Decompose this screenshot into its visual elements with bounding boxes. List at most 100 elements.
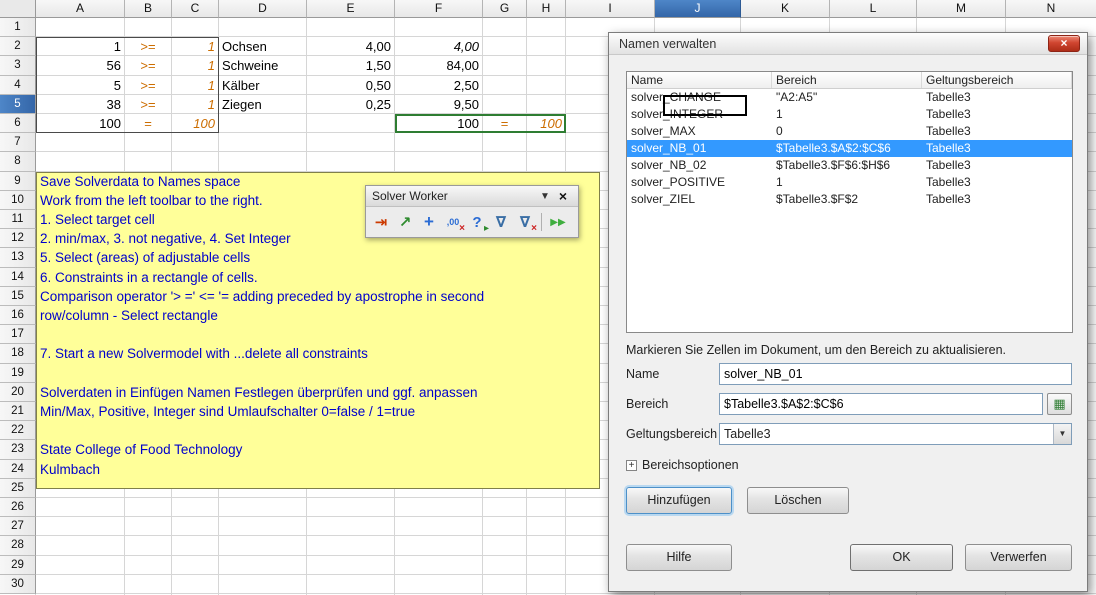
add-button[interactable]: Hinzufügen [626,487,732,514]
column-header-D[interactable]: D [219,0,307,18]
cell-E3[interactable]: 1,50 [307,56,395,75]
dialog-titlebar[interactable]: Namen verwalten [609,33,1087,55]
row-header-14[interactable]: 14 [0,268,36,287]
column-header-J[interactable]: J [655,0,741,18]
row-header-8[interactable]: 8 [0,152,36,171]
cell-C3[interactable]: 1 [172,56,219,75]
row-header-7[interactable]: 7 [0,133,36,152]
solver-constraints-funnel-icon[interactable]: ∇ [490,211,512,233]
row-header-22[interactable]: 22 [0,421,36,440]
solver-run-icon[interactable]: ▶▶ [547,211,569,233]
row-header-11[interactable]: 11 [0,210,36,229]
column-header-L[interactable]: L [830,0,917,18]
row-header-3[interactable]: 3 [0,56,36,75]
solver-minmax-icon[interactable]: ↗ [394,211,416,233]
cell-A2[interactable]: 1 [36,37,125,56]
toolbar-menu-icon[interactable]: ▼ [536,191,554,202]
column-header-C[interactable]: C [172,0,219,18]
cell-E2[interactable]: 4,00 [307,37,395,56]
row-header-20[interactable]: 20 [0,383,36,402]
row-header-24[interactable]: 24 [0,460,36,479]
column-header-E[interactable]: E [307,0,395,18]
cell-C4[interactable]: 1 [172,76,219,95]
cell-F4[interactable]: 2,50 [395,76,483,95]
column-header-G[interactable]: G [483,0,527,18]
row-header-6[interactable]: 6 [0,114,36,133]
row-header-10[interactable]: 10 [0,191,36,210]
cell-B4[interactable]: >= [125,76,172,95]
help-button[interactable]: Hilfe [626,544,732,571]
cell-E4[interactable]: 0,50 [307,76,395,95]
row-header-30[interactable]: 30 [0,575,36,594]
cell-D3[interactable]: Schweine [219,56,307,75]
row-header-5[interactable]: 5 [0,95,36,114]
row-header-13[interactable]: 13 [0,248,36,267]
name-list-row-solver_NB_01[interactable]: solver_NB_01$Tabelle3.$A$2:$C$6Tabelle3 [627,140,1072,157]
solver-integer-icon[interactable]: ,00× [442,211,464,233]
cell-A5[interactable]: 38 [36,95,125,114]
name-list-row-solver_ZIEL[interactable]: solver_ZIEL$Tabelle3.$F$2Tabelle3 [627,191,1072,208]
column-header-B[interactable]: B [125,0,172,18]
cell-F2[interactable]: 4,00 [395,37,483,56]
row-header-25[interactable]: 25 [0,479,36,498]
list-header-name[interactable]: Name [627,72,772,88]
row-header-17[interactable]: 17 [0,325,36,344]
cell-B5[interactable]: >= [125,95,172,114]
row-header-21[interactable]: 21 [0,402,36,421]
select-all-corner[interactable] [0,0,36,18]
column-header-M[interactable]: M [917,0,1006,18]
row-header-26[interactable]: 26 [0,498,36,517]
toolbar-close-icon[interactable]: × [554,188,572,204]
range-options-expander[interactable]: + Bereichsoptionen [626,457,739,473]
row-header-19[interactable]: 19 [0,364,36,383]
row-header-4[interactable]: 4 [0,76,36,95]
row-header-9[interactable]: 9 [0,172,36,191]
cell-F5[interactable]: 9,50 [395,95,483,114]
row-header-23[interactable]: 23 [0,440,36,459]
range-input[interactable] [719,393,1043,415]
name-input[interactable] [719,363,1072,385]
cell-C6[interactable]: 100 [172,114,219,133]
column-header-N[interactable]: N [1006,0,1096,18]
name-list-row-solver_NB_02[interactable]: solver_NB_02$Tabelle3.$F$6:$H$6Tabelle3 [627,157,1072,174]
ok-button[interactable]: OK [850,544,953,571]
dialog-close-icon[interactable]: × [1048,35,1080,52]
solver-help-icon[interactable]: ?▸ [466,211,488,233]
chevron-down-icon[interactable]: ▼ [1053,424,1071,444]
cancel-button[interactable]: Verwerfen [965,544,1072,571]
cell-E5[interactable]: 0,25 [307,95,395,114]
row-header-12[interactable]: 12 [0,229,36,248]
name-list-row-solver_MAX[interactable]: solver_MAX0Tabelle3 [627,123,1072,140]
cell-B2[interactable]: >= [125,37,172,56]
cell-B3[interactable]: >= [125,56,172,75]
cell-D5[interactable]: Ziegen [219,95,307,114]
cell-A3[interactable]: 56 [36,56,125,75]
row-header-16[interactable]: 16 [0,306,36,325]
cell-H6[interactable]: 100 [527,114,566,133]
row-header-18[interactable]: 18 [0,344,36,363]
list-header-scope[interactable]: Geltungsbereich [922,72,1072,88]
scope-combobox[interactable]: Tabelle3 ▼ [719,423,1072,445]
column-header-A[interactable]: A [36,0,125,18]
shrink-range-button[interactable]: ▦ [1047,393,1072,415]
column-header-H[interactable]: H [527,0,566,18]
list-header-range[interactable]: Bereich [772,72,922,88]
toolbar-titlebar[interactable]: Solver Worker ▼ × [366,186,578,207]
cell-G6[interactable]: = [483,114,527,133]
cell-F6[interactable]: 100 [395,114,483,133]
column-header-I[interactable]: I [566,0,655,18]
cell-C5[interactable]: 1 [172,95,219,114]
solver-target-icon[interactable]: ⇥ [370,211,392,233]
cell-A4[interactable]: 5 [36,76,125,95]
row-header-15[interactable]: 15 [0,287,36,306]
cell-D2[interactable]: Ochsen [219,37,307,56]
row-header-2[interactable]: 2 [0,37,36,56]
cell-F3[interactable]: 84,00 [395,56,483,75]
cell-B6[interactable]: = [125,114,172,133]
row-header-28[interactable]: 28 [0,536,36,555]
solver-delete-constraints-icon[interactable]: ∇× [514,211,536,233]
cell-C2[interactable]: 1 [172,37,219,56]
row-header-27[interactable]: 27 [0,517,36,536]
column-header-F[interactable]: F [395,0,483,18]
cell-A6[interactable]: 100 [36,114,125,133]
